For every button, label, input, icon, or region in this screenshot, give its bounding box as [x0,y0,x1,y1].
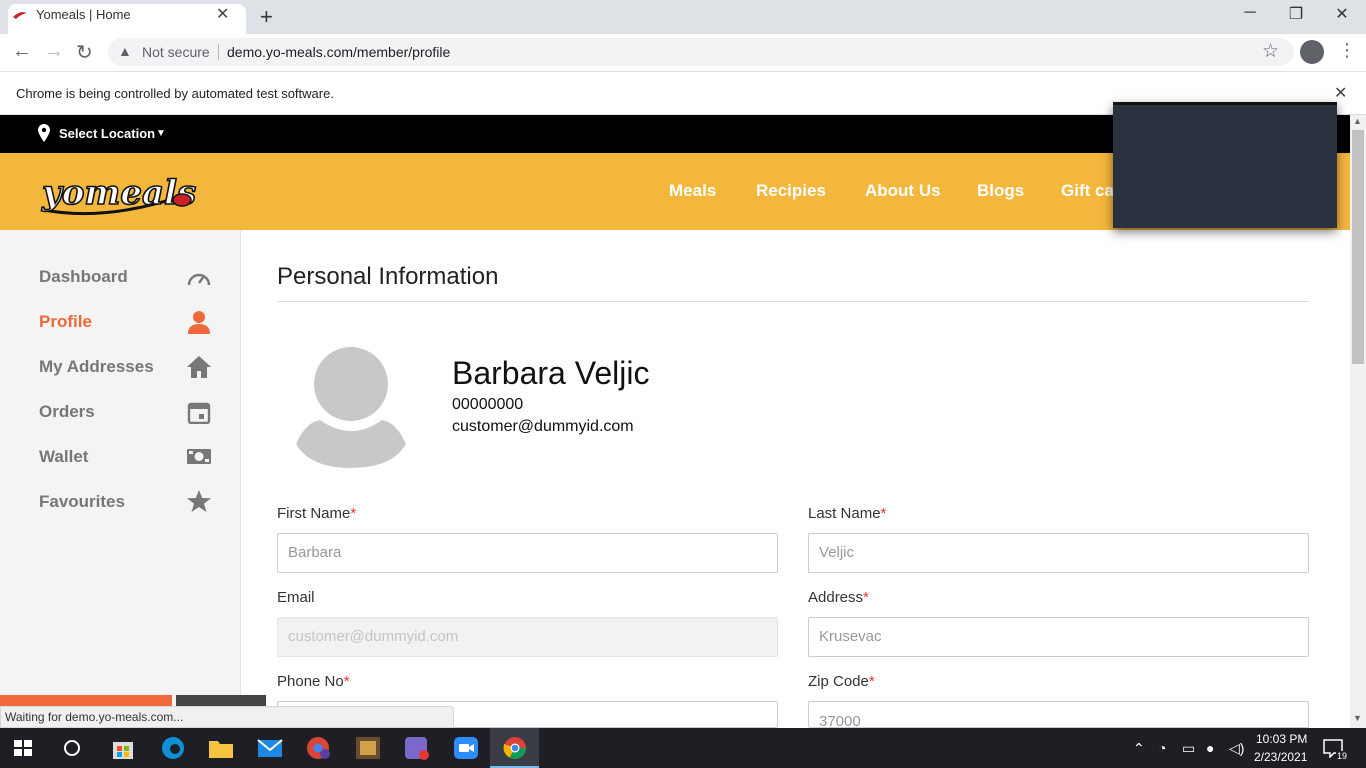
status-text: Waiting for demo.yo-meals.com... [5,710,184,724]
volume-icon[interactable]: ◁) [1229,740,1244,757]
sidebar-item-dashboard[interactable]: Dashboard [39,267,128,287]
money-icon[interactable] [186,445,212,469]
title-divider [277,301,1309,302]
notification-count: 19 [1336,751,1349,761]
reload-icon[interactable]: ↻ [76,40,93,65]
email-label: Email [277,589,315,606]
edge-icon[interactable] [160,736,186,760]
chrome-icon[interactable] [502,736,528,760]
sidebar-item-wallet[interactable]: Wallet [39,447,88,467]
first-name-label: First Name* [277,505,357,522]
last-name-label: Last Name* [808,505,887,522]
browser-menu-icon[interactable]: ⋮ [1338,40,1356,61]
sidebar-item-favourites[interactable]: Favourites [39,492,125,512]
clock-date[interactable]: 2/23/2021 [1254,750,1307,764]
user-email: customer@dummyid.com [452,418,634,435]
scroll-up-icon[interactable]: ▲ [1353,116,1362,126]
calendar-icon[interactable] [186,400,212,424]
close-window-button[interactable]: ✕ [1319,4,1365,24]
caret-down-icon[interactable]: ▼ [156,128,166,139]
microphone-icon[interactable]: ● [1206,740,1214,756]
nav-gift-cards[interactable]: Gift ca [1061,181,1114,201]
network-icon[interactable]: ◔ [1158,740,1166,756]
scroll-down-icon[interactable]: ▼ [1353,713,1362,723]
viber-icon[interactable] [404,736,430,760]
chrome-profile-icon[interactable] [306,736,332,760]
nav-recipies[interactable]: Recipies [756,181,826,201]
forward-icon[interactable]: → [44,40,64,63]
page-title: Personal Information [277,263,499,290]
speedometer-icon[interactable] [186,266,212,290]
zoom-icon[interactable] [453,736,479,760]
zip-code-field[interactable]: 37000 [808,701,1309,730]
file-explorer-icon[interactable] [208,736,234,760]
tab-title: Yomeals | Home [36,7,131,22]
url-text[interactable]: demo.yo-meals.com/member/profile [227,44,450,60]
store-icon[interactable] [110,736,136,760]
bookmark-star-icon[interactable]: ☆ [1262,40,1279,63]
avatar[interactable] [296,346,406,468]
search-circle-icon[interactable] [60,736,86,760]
game-app-icon[interactable] [355,736,381,760]
nav-meals[interactable]: Meals [669,181,716,201]
sidebar-item-orders[interactable]: Orders [39,402,95,422]
star-icon[interactable] [186,489,212,513]
warning-icon[interactable]: ▲ [118,43,132,59]
phone-label: Phone No* [277,673,350,690]
location-pin-icon [38,124,50,142]
account-sidebar [0,230,241,728]
infobar-message: Chrome is being controlled by automated … [16,86,334,101]
security-label[interactable]: Not secure [142,44,210,60]
address-field[interactable]: Krusevac [808,617,1309,657]
yomeals-favicon-icon [13,12,27,19]
address-label: Address* [808,589,869,606]
sidebar-item-my-addresses[interactable]: My Addresses [39,357,154,377]
restore-button[interactable]: ❐ [1273,4,1319,24]
home-icon[interactable] [186,355,212,379]
sidebar-item-profile[interactable]: Profile [39,312,92,332]
first-name-field[interactable]: Barbara [277,533,778,573]
email-field[interactable]: customer@dummyid.com [277,617,778,657]
dark-popup-overlay[interactable] [1113,102,1337,228]
scroll-thumb[interactable] [1352,130,1364,364]
clock-time[interactable]: 10:03 PM [1256,732,1307,746]
user-icon[interactable] [186,310,212,334]
yomeals-logo[interactable]: yomeals [38,160,198,224]
tray-chevron-icon[interactable]: ⌃ [1133,740,1145,757]
nav-about-us[interactable]: About Us [865,181,941,201]
omnibox-divider [218,44,219,60]
battery-icon[interactable]: ▭ [1182,740,1195,757]
profile-avatar-icon[interactable] [1300,40,1324,64]
user-name: Barbara Veljic [452,355,650,391]
nav-blogs[interactable]: Blogs [977,181,1024,201]
user-phone: 00000000 [452,396,524,413]
infobar-close-icon[interactable]: ✕ [1334,83,1347,103]
last-name-field[interactable]: Veljic [808,533,1309,573]
back-icon[interactable]: ← [12,40,32,63]
windows-start-icon[interactable] [12,738,34,758]
select-location-link[interactable]: Select Location [59,126,155,141]
zip-code-label: Zip Code* [808,673,875,690]
svg-text:yomeals: yomeals [41,173,196,213]
tab-close-icon[interactable]: ✕ [216,4,229,24]
minimize-button[interactable]: ─ [1227,4,1273,22]
new-tab-button[interactable]: + [260,4,273,30]
mail-icon[interactable] [257,736,283,760]
